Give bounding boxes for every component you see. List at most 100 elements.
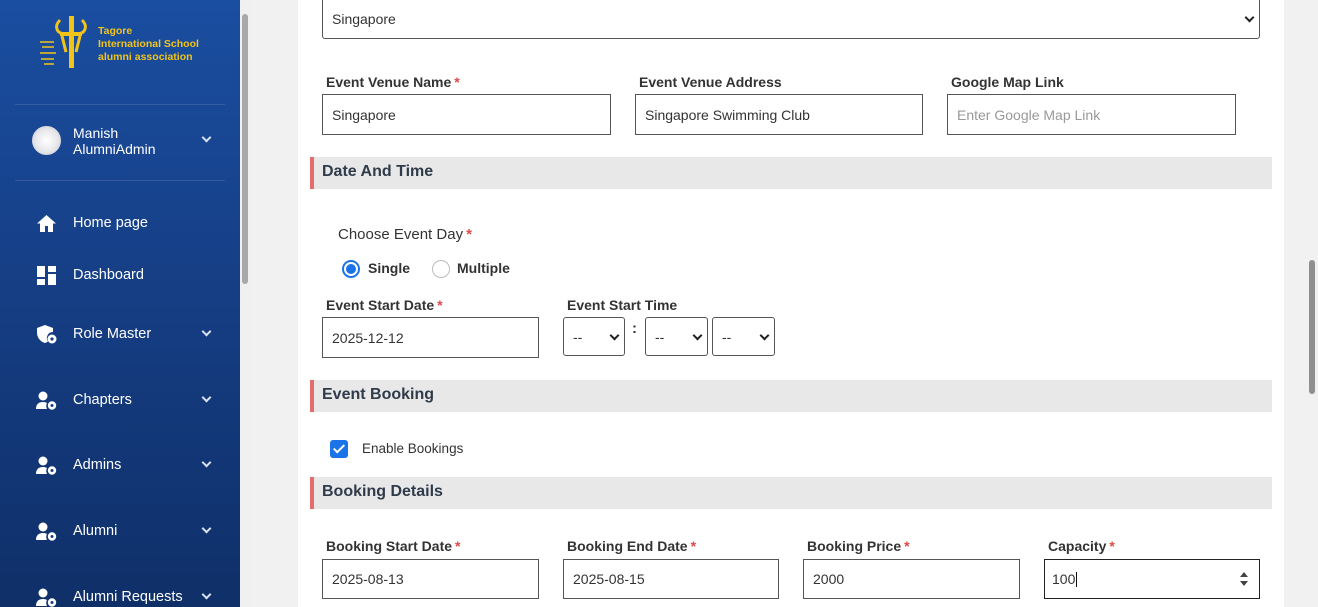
stepper-down-icon[interactable] bbox=[1240, 581, 1248, 586]
sidebar-item-label: Alumni Requests bbox=[73, 589, 183, 605]
start-hour-select[interactable]: -- bbox=[563, 317, 625, 356]
sidebar-item-label: Role Master bbox=[73, 326, 152, 342]
enable-bookings-checkbox[interactable] bbox=[330, 440, 348, 458]
section-booking-details: Booking Details bbox=[310, 477, 1272, 509]
sidebar-item-dashboard[interactable]: Dashboard bbox=[36, 261, 216, 289]
user-name-line-1: Manish bbox=[73, 125, 119, 141]
sidebar-divider bbox=[15, 104, 225, 105]
sidebar: Tagore International School alumni assoc… bbox=[0, 0, 240, 607]
enable-bookings-label[interactable]: Enable Bookings bbox=[362, 441, 463, 456]
dashboard-icon bbox=[36, 265, 57, 286]
event-form-card bbox=[298, 0, 1284, 607]
sidebar-item-alumni-requests[interactable]: Alumni Requests bbox=[36, 583, 216, 607]
time-separator: : bbox=[632, 320, 637, 337]
venue-name-label: Event Venue Name * bbox=[326, 74, 460, 90]
chevron-down-icon bbox=[759, 330, 770, 340]
choose-event-day-label: Choose Event Day * bbox=[338, 226, 472, 243]
booking-start-date-input[interactable]: 2025-08-13 bbox=[322, 559, 539, 599]
section-title: Event Booking bbox=[322, 386, 435, 403]
sidebar-item-label: Chapters bbox=[73, 392, 132, 408]
sidebar-item-chapters[interactable]: Chapters bbox=[36, 386, 216, 414]
sidebar-item-alumni[interactable]: Alumni bbox=[36, 517, 216, 545]
radio-multiple[interactable] bbox=[432, 260, 450, 278]
capacity-stepper[interactable] bbox=[1239, 572, 1249, 588]
booking-start-date-label: Booking Start Date * bbox=[326, 538, 461, 554]
chevron-down-icon bbox=[201, 132, 212, 143]
event-start-date-value: 2025-12-12 bbox=[332, 329, 404, 346]
chevron-down-icon bbox=[201, 326, 212, 337]
text-caret bbox=[1076, 571, 1078, 587]
booking-price-label: Booking Price * bbox=[807, 538, 910, 554]
start-ampm-select[interactable]: -- bbox=[712, 317, 775, 356]
booking-price-value: 2000 bbox=[813, 571, 845, 587]
user-name-line-2: AlumniAdmin bbox=[73, 141, 156, 157]
school-logo[interactable]: Tagore International School alumni assoc… bbox=[38, 16, 208, 72]
start-hour-value: -- bbox=[573, 328, 583, 345]
sidebar-item-admins[interactable]: Admins bbox=[36, 451, 216, 479]
start-minute-value: -- bbox=[655, 328, 665, 345]
chevron-down-icon bbox=[1244, 12, 1255, 23]
page-scrollbar-thumb[interactable] bbox=[1309, 260, 1315, 394]
event-start-time-label: Event Start Time bbox=[567, 297, 678, 313]
venue-name-input[interactable]: Singapore bbox=[322, 94, 611, 135]
chevron-down-icon bbox=[609, 330, 620, 340]
logo-wordmark: Tagore International School alumni assoc… bbox=[98, 25, 199, 64]
sidebar-scrollbar[interactable] bbox=[240, 0, 250, 607]
capacity-label: Capacity * bbox=[1048, 538, 1115, 554]
page-scrollbar[interactable] bbox=[1305, 0, 1318, 607]
capacity-input[interactable]: 100 bbox=[1044, 559, 1260, 599]
start-ampm-value: -- bbox=[722, 328, 732, 345]
event-start-date-input[interactable]: 2025-12-12 bbox=[322, 317, 539, 358]
sidebar-item-label: Alumni bbox=[73, 523, 118, 539]
user-name: Manish AlumniAdmin bbox=[73, 125, 155, 157]
avatar bbox=[32, 126, 61, 155]
chevron-down-icon bbox=[201, 392, 212, 403]
section-date-and-time: Date And Time bbox=[310, 157, 1272, 189]
user-menu[interactable]: Manish AlumniAdmin bbox=[32, 125, 222, 159]
chevron-down-icon bbox=[201, 589, 212, 600]
user-gear-icon bbox=[36, 521, 57, 542]
booking-end-date-input[interactable]: 2025-08-15 bbox=[563, 559, 779, 599]
booking-end-date-value: 2025-08-15 bbox=[573, 571, 645, 587]
sidebar-item-role-master[interactable]: Role Master bbox=[36, 320, 216, 348]
google-map-link-placeholder: Enter Google Map Link bbox=[957, 106, 1101, 123]
section-event-booking: Event Booking bbox=[310, 380, 1272, 412]
sidebar-divider bbox=[15, 180, 225, 181]
radio-single[interactable] bbox=[342, 260, 360, 278]
user-gear-icon bbox=[36, 587, 57, 607]
stepper-up-icon[interactable] bbox=[1240, 572, 1248, 577]
logo-line-1: Tagore bbox=[98, 25, 133, 37]
sidebar-scrollbar-thumb[interactable] bbox=[242, 14, 248, 284]
venue-address-input[interactable]: Singapore Swimming Club bbox=[635, 94, 923, 135]
sidebar-item-home-page[interactable]: Home page bbox=[36, 209, 216, 237]
event-start-date-label: Event Start Date * bbox=[326, 297, 443, 313]
radio-single-label[interactable]: Single bbox=[368, 260, 410, 276]
booking-start-date-value: 2025-08-13 bbox=[332, 571, 404, 587]
section-title: Date And Time bbox=[322, 163, 434, 180]
booking-price-input[interactable]: 2000 bbox=[803, 559, 1020, 599]
chevron-down-icon bbox=[201, 523, 212, 534]
capacity-value: 100 bbox=[1052, 571, 1076, 587]
sidebar-item-label: Home page bbox=[73, 215, 148, 231]
booking-end-date-label: Booking End Date * bbox=[567, 538, 697, 554]
google-map-link-input[interactable]: Enter Google Map Link bbox=[947, 94, 1236, 135]
section-title: Booking Details bbox=[322, 483, 443, 500]
logo-emblem-icon bbox=[40, 16, 87, 68]
venue-name-value: Singapore bbox=[332, 106, 396, 123]
country-select[interactable]: Singapore bbox=[322, 0, 1260, 39]
radio-multiple-label[interactable]: Multiple bbox=[457, 260, 510, 276]
sidebar-item-label: Admins bbox=[73, 457, 122, 473]
venue-address-value: Singapore Swimming Club bbox=[645, 106, 810, 123]
user-gear-icon bbox=[36, 455, 57, 476]
logo-line-2: International School bbox=[98, 38, 199, 50]
logo-line-3: alumni association bbox=[98, 51, 193, 63]
home-icon bbox=[36, 213, 57, 234]
sidebar-item-label: Dashboard bbox=[73, 267, 144, 283]
start-minute-select[interactable]: -- bbox=[645, 317, 708, 356]
shield-gear-icon bbox=[36, 324, 57, 345]
venue-address-label: Event Venue Address bbox=[639, 74, 782, 90]
chevron-down-icon bbox=[201, 457, 212, 468]
chevron-down-icon bbox=[692, 330, 703, 340]
user-gear-icon bbox=[36, 390, 57, 411]
google-map-link-label: Google Map Link bbox=[951, 74, 1064, 90]
